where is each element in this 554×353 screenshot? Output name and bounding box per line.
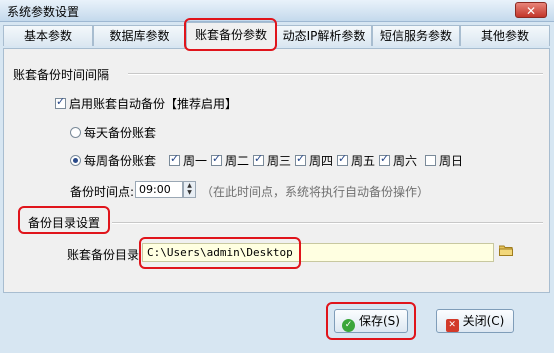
backup-time-label: 备份时间点: xyxy=(70,185,135,199)
folder-icon[interactable] xyxy=(499,245,513,256)
weekday-thursday-checkbox[interactable]: 周四 xyxy=(295,152,333,169)
window-close-button[interactable]: ✕ xyxy=(515,2,547,18)
tab-database[interactable]: 数据库参数 xyxy=(93,25,186,46)
weekday-monday-checkbox[interactable]: 周一 xyxy=(169,152,207,169)
checkbox-box[interactable] xyxy=(295,152,306,166)
spin-up-icon[interactable]: ▲ xyxy=(187,182,192,189)
backup-time-hint: （在此时间点，系统将执行自动备份操作） xyxy=(201,185,430,199)
weekday-label: 周二 xyxy=(225,154,250,168)
tab-sms[interactable]: 短信服务参数 xyxy=(372,25,460,46)
tab-other[interactable]: 其他参数 xyxy=(460,25,550,46)
weekday-label: 周日 xyxy=(439,154,464,168)
checkbox-box[interactable] xyxy=(211,152,222,166)
radio-circle[interactable] xyxy=(70,127,81,138)
weekly-backup-radio[interactable]: 每周备份账套 xyxy=(70,152,156,169)
time-spinner[interactable]: ▲ ▼ xyxy=(183,181,196,198)
tab-basic[interactable]: 基本参数 xyxy=(3,25,93,46)
weekday-saturday-checkbox[interactable]: 周六 xyxy=(379,152,417,169)
weekday-sunday-checkbox[interactable]: 周日 xyxy=(425,152,463,169)
checkbox-box[interactable] xyxy=(169,152,180,166)
backup-path-label: 账套备份目录 xyxy=(67,248,140,262)
checkbox-box[interactable] xyxy=(425,155,436,166)
daily-backup-label: 每天备份账套 xyxy=(84,126,157,140)
tab-backup[interactable]: 账套备份参数 xyxy=(186,22,276,49)
title-bar: 系统参数设置 ✕ xyxy=(0,0,554,22)
weekday-label: 周四 xyxy=(309,154,334,168)
close-x-icon: ✕ xyxy=(445,319,459,332)
tab-dynamic-ip[interactable]: 动态IP解析参数 xyxy=(276,25,372,46)
radio-circle[interactable] xyxy=(70,155,81,166)
save-button[interactable]: ✓ 保存(S) xyxy=(334,309,408,333)
weekday-friday-checkbox[interactable]: 周五 xyxy=(337,152,375,169)
checkbox-box[interactable] xyxy=(55,95,66,109)
close-button[interactable]: ✕ 关闭(C) xyxy=(436,309,514,333)
section-divider xyxy=(112,222,543,224)
weekday-label: 周五 xyxy=(351,154,376,168)
section-divider xyxy=(128,73,543,75)
tab-bar: 基本参数 数据库参数 账套备份参数 动态IP解析参数 短信服务参数 其他参数 xyxy=(0,22,554,49)
weekly-backup-label: 每周备份账套 xyxy=(84,154,157,168)
weekday-label: 周一 xyxy=(183,154,208,168)
weekday-label: 周三 xyxy=(267,154,292,168)
checkmark-icon: ✓ xyxy=(342,319,355,332)
weekday-label: 周六 xyxy=(393,154,418,168)
auto-backup-label: 启用账套自动备份【推荐启用】 xyxy=(69,97,238,111)
checkbox-box[interactable] xyxy=(337,152,348,166)
close-button-label: 关闭(C) xyxy=(462,314,505,328)
backup-time-input[interactable]: 09:00 xyxy=(135,181,183,198)
weekday-tuesday-checkbox[interactable]: 周二 xyxy=(211,152,249,169)
daily-backup-radio[interactable]: 每天备份账套 xyxy=(70,124,156,141)
checkbox-box[interactable] xyxy=(253,152,264,166)
backup-dir-section-title: 备份目录设置 xyxy=(28,216,101,230)
backup-path-input[interactable]: C:\Users\admin\Desktop xyxy=(142,243,494,262)
weekday-wednesday-checkbox[interactable]: 周三 xyxy=(253,152,291,169)
checkbox-box[interactable] xyxy=(379,152,390,166)
backup-interval-section-title: 账套备份时间间隔 xyxy=(13,68,110,82)
window-title: 系统参数设置 xyxy=(7,5,80,19)
spin-down-icon[interactable]: ▼ xyxy=(187,189,192,196)
save-button-label: 保存(S) xyxy=(359,314,400,328)
auto-backup-checkbox[interactable]: 启用账套自动备份【推荐启用】 xyxy=(55,95,237,112)
